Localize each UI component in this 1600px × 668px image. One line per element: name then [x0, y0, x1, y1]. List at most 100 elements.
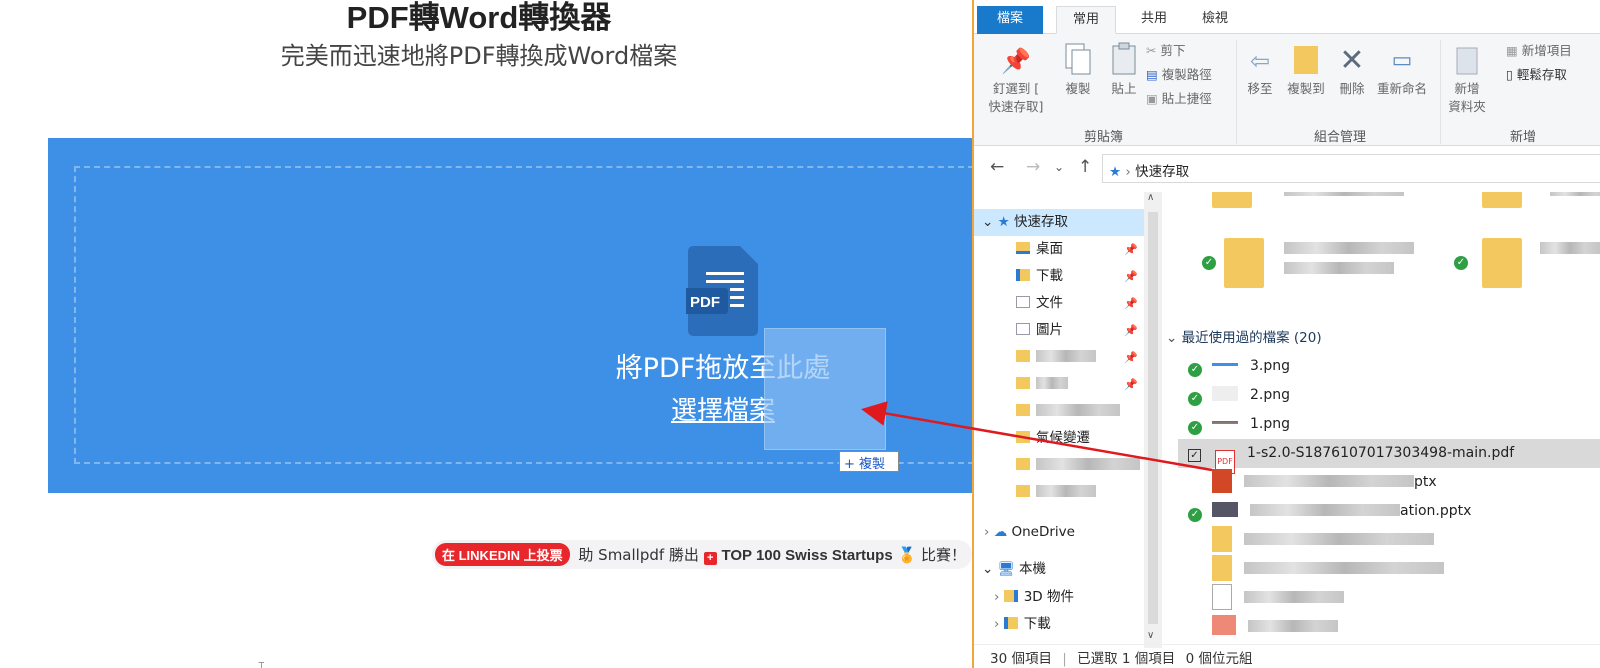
file-row[interactable]: ✓ 1.png [1178, 410, 1600, 439]
file-row-selected[interactable]: ✓PDF1-s2.0-S1876107017303498-main.pdf [1178, 439, 1600, 474]
tab-share[interactable]: 共用 [1124, 6, 1184, 34]
copy-to-button[interactable]: 複製到 [1282, 42, 1330, 98]
tab-view[interactable]: 檢視 [1184, 6, 1246, 34]
new-item-button[interactable]: ▦ 新增項目 [1506, 40, 1572, 59]
cut-button[interactable]: ✂ 剪下 [1146, 40, 1185, 59]
move-to-label: 移至 [1247, 81, 1273, 96]
zip-folder-icon [1212, 555, 1232, 581]
scroll-down-icon[interactable]: ∨ [1147, 630, 1154, 641]
blurred-label [1244, 591, 1344, 603]
scroll-up-icon[interactable]: ∧ [1147, 192, 1154, 203]
pin-quick-access-button[interactable]: 📌 釘選到 [ 快速存取] [980, 42, 1052, 116]
nav-item-folder[interactable] [974, 398, 1144, 425]
pin-icon: 📌 [1124, 351, 1138, 364]
page-subtitle: 完美而迅速地將PDF轉換成Word檔案 [280, 42, 678, 70]
paste-label: 貼上 [1111, 81, 1137, 96]
image-thumbnail [1212, 386, 1238, 401]
clipboard-group-label: 剪貼簿 [1084, 130, 1124, 145]
nav-item-onedrive[interactable]: › ☁ OneDrive [974, 519, 1144, 546]
easy-access-button[interactable]: ▯ 輕鬆存取 [1506, 64, 1567, 83]
zip-folder-icon [1212, 526, 1232, 552]
file-row[interactable] [1178, 613, 1600, 642]
copy-path-button[interactable]: ▤ 複製路徑 [1146, 64, 1212, 83]
row-checkbox[interactable]: ✓ [1188, 449, 1201, 462]
forward-arrow-icon[interactable]: → [1026, 157, 1040, 177]
nav-item-documents[interactable]: 文件 📌 [974, 290, 1144, 317]
address-box[interactable]: ★ › 快速存取 [1102, 154, 1600, 183]
expand-chevron-icon[interactable]: › [994, 616, 1004, 632]
nav-item-downloads[interactable]: › 下載 [974, 611, 1144, 638]
nav-item-quick-access[interactable]: ⌄ ★ 快速存取 [974, 209, 1144, 236]
nav-item-desktop[interactable]: 桌面 📌 [974, 236, 1144, 263]
blurred-label [1248, 620, 1338, 632]
nav-label: OneDrive [1011, 524, 1075, 540]
expand-chevron-icon[interactable]: › [994, 589, 1004, 605]
file-row[interactable] [1178, 555, 1600, 584]
expand-chevron-icon[interactable]: ⌄ [982, 214, 998, 230]
nav-item-folder[interactable] [974, 452, 1144, 479]
nav-label: 快速存取 [1014, 214, 1069, 230]
file-content-pane: ✓ ✓ ⌄ 最近使用過的檔案 (20) ✓ 3.png ✓ 2.png ✓ 1.png… [1164, 192, 1600, 642]
file-row[interactable]: ptx [1178, 468, 1600, 497]
cut-label: 剪下 [1160, 43, 1186, 58]
copy-button[interactable]: 複製 [1054, 42, 1102, 98]
nav-label: 氣候變遷 [1036, 430, 1090, 446]
file-row[interactable] [1178, 584, 1600, 613]
file-name: 2.png [1250, 387, 1291, 403]
pin-icon: 📌 [1001, 47, 1031, 75]
file-row[interactable] [1178, 526, 1600, 555]
recent-dropdown-icon[interactable]: ⌄ [1054, 160, 1064, 174]
copy-to-icon [1282, 42, 1330, 80]
folder-tile[interactable] [1212, 192, 1252, 208]
nav-item-this-pc[interactable]: ⌄ 🖥 本機 [974, 556, 1144, 583]
clipboard-icon [1102, 42, 1146, 80]
cloud-icon: ☁ [993, 524, 1012, 540]
promo-banner[interactable]: 在 LINKEDIN 上投票 助 Smallpdf 勝出 + TOP 100 S… [432, 540, 972, 569]
rename-button[interactable]: ▭ 重新命名 [1370, 42, 1434, 98]
collapse-chevron-icon[interactable]: ⌄ [1166, 330, 1182, 346]
nav-item-climate-change[interactable]: 氣候變遷 [974, 425, 1144, 452]
nav-item-downloads[interactable]: 下載 📌 [974, 263, 1144, 290]
nav-item-pictures[interactable]: 圖片 📌 [974, 317, 1144, 344]
mouse-cursor-icon: ⌶ [258, 660, 265, 668]
sync-ok-icon: ✓ [1188, 421, 1202, 435]
quick-access-star-icon: ★ [1109, 164, 1122, 180]
folder-tile[interactable] [1482, 192, 1522, 208]
scroll-thumb[interactable] [1148, 212, 1158, 624]
paste-button[interactable]: 貼上 [1102, 42, 1146, 98]
folder-tile[interactable] [1482, 238, 1522, 288]
vote-badge[interactable]: 在 LINKEDIN 上投票 [435, 543, 570, 566]
nav-item-3d-objects[interactable]: › 3D 物件 [974, 584, 1144, 611]
file-row[interactable]: ✓ 2.png [1178, 381, 1600, 410]
computer-icon: 🖥 [997, 561, 1020, 577]
expand-chevron-icon[interactable]: › [984, 524, 994, 540]
status-bar: 30 個項目 | 已選取 1 個項目 0 個位元組 [974, 644, 1600, 668]
easy-access-label: 輕鬆存取 [1516, 67, 1567, 82]
nav-item-folder[interactable]: 📌 [974, 371, 1144, 398]
nav-item-folder[interactable]: 📌 [974, 344, 1144, 371]
move-to-button[interactable]: ⇦ 移至 [1240, 42, 1280, 98]
recent-files-header[interactable]: ⌄ 最近使用過的檔案 (20) [1166, 326, 1322, 346]
new-folder-button[interactable]: 新增 資料夾 [1444, 42, 1490, 116]
expand-chevron-icon[interactable]: ⌄ [982, 561, 998, 577]
delete-button[interactable]: ✕ 刪除 [1334, 42, 1370, 98]
blurred-label [1284, 262, 1394, 274]
nav-scrollbar[interactable]: ∧ ∨ [1144, 192, 1162, 648]
folder-tile[interactable] [1224, 238, 1264, 288]
back-arrow-icon[interactable]: ← [990, 157, 1004, 177]
tab-file[interactable]: 檔案 [977, 6, 1043, 34]
paste-shortcut-button[interactable]: ▣ 貼上捷徑 [1146, 88, 1212, 107]
nav-item-folder[interactable] [974, 479, 1144, 506]
file-row[interactable]: ✓ 3.png [1178, 352, 1600, 381]
image-thumbnail [1212, 357, 1238, 372]
copy-label: 複製 [1065, 81, 1091, 96]
tab-home[interactable]: 常用 [1056, 6, 1116, 34]
ribbon-tabs: 檔案 常用 共用 檢視 [974, 0, 1600, 34]
text-file-icon [1212, 584, 1232, 610]
pptx-file-icon [1212, 469, 1232, 493]
file-row[interactable]: ✓ ation.pptx [1178, 497, 1600, 526]
up-arrow-icon[interactable]: ↑ [1078, 157, 1092, 177]
paste-shortcut-label: 貼上捷徑 [1161, 91, 1212, 106]
drag-ghost-preview [764, 328, 886, 450]
copy-icon [1054, 42, 1102, 80]
